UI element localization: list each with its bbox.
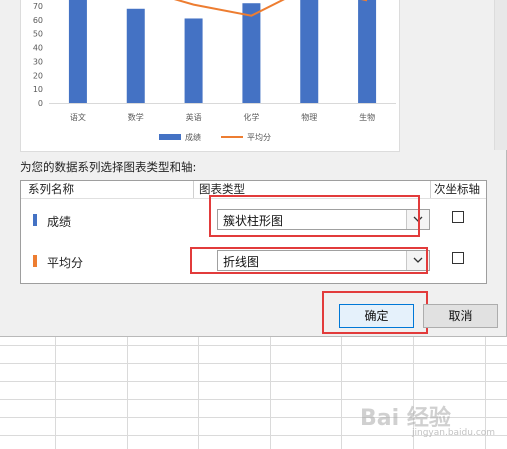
y-tick-label: 50 — [33, 30, 43, 39]
series-name-label: 平均分 — [47, 256, 84, 270]
bar-4 — [242, 3, 261, 104]
column-header-secondary-axis: 次坐标轴 — [434, 182, 480, 196]
chart-preview: 0 10 20 30 40 50 60 70 语文 数学 英语 化学 物理 生物成绩 平均分 — [20, 0, 400, 152]
x-tick-label: 化学 — [243, 112, 259, 122]
y-tick-label: 60 — [33, 16, 43, 25]
legend-swatch-bar — [159, 134, 181, 140]
grid-column-line — [341, 337, 342, 449]
highlight-box — [190, 247, 428, 274]
bar-6 — [358, 0, 377, 103]
y-tick-label: 10 — [33, 85, 43, 94]
legend-label: 平均分 — [247, 132, 271, 142]
change-chart-type-dialog: 0 10 20 30 40 50 60 70 语文 数学 英语 化学 物理 生物 成绩 平均分 为您的数据系列… — [0, 0, 507, 337]
y-tick-label: 0 — [38, 99, 43, 108]
watermark-url: jingyan.baidu.com — [412, 428, 496, 438]
x-tick-label: 英语 — [186, 112, 202, 122]
secondary-axis-checkbox-series-2[interactable] — [452, 252, 464, 264]
bar-5 — [300, 0, 319, 103]
secondary-axis-checkbox-series-1[interactable] — [452, 211, 464, 223]
series-color-swatch — [33, 255, 37, 267]
bar-2 — [126, 8, 145, 103]
watermark: Bai 经验 jingyan.baidu.com — [360, 396, 500, 444]
x-tick-label: 生物 — [359, 112, 375, 122]
ok-button[interactable]: 确定 — [339, 304, 414, 328]
preview-scrollbar[interactable] — [494, 0, 507, 150]
grid-row-line — [0, 345, 507, 346]
y-tick-label: 20 — [33, 71, 43, 80]
column-separator — [193, 181, 194, 198]
grid-column-line — [270, 337, 271, 449]
grid-column-line — [55, 337, 56, 449]
legend-label: 成绩 — [185, 132, 201, 142]
bar-1 — [68, 0, 87, 103]
series-color-swatch — [33, 214, 37, 226]
combo-chart: 0 10 20 30 40 50 60 70 语文 数学 英语 化学 物理 生物成绩 平均分 — [33, 0, 396, 142]
screen: 0 10 20 30 40 50 60 70 语文 数学 英语 化学 物理 生物 成绩 平均分 为您的数据系列… — [0, 0, 507, 449]
column-separator — [430, 181, 431, 198]
bar-3 — [184, 18, 203, 103]
line-series-average — [173, 0, 368, 17]
cancel-button[interactable]: 取消 — [423, 304, 498, 328]
section-label: 为您的数据系列选择图表类型和轴: — [20, 160, 197, 174]
highlight-box — [209, 195, 420, 237]
grid-row-line — [0, 363, 507, 364]
y-tick-label: 70 — [33, 2, 43, 11]
y-tick-label: 30 — [33, 57, 43, 66]
x-tick-label: 数学 — [128, 112, 144, 122]
x-tick-label: 语文 — [70, 112, 86, 122]
grid-row-line — [0, 381, 507, 382]
column-header-series-name: 系列名称 — [28, 182, 74, 196]
series-name-label: 成绩 — [47, 215, 72, 229]
y-tick-label: 40 — [33, 44, 43, 53]
grid-column-line — [127, 337, 128, 449]
grid-column-line — [198, 337, 199, 449]
x-tick-label: 物理 — [301, 112, 317, 122]
